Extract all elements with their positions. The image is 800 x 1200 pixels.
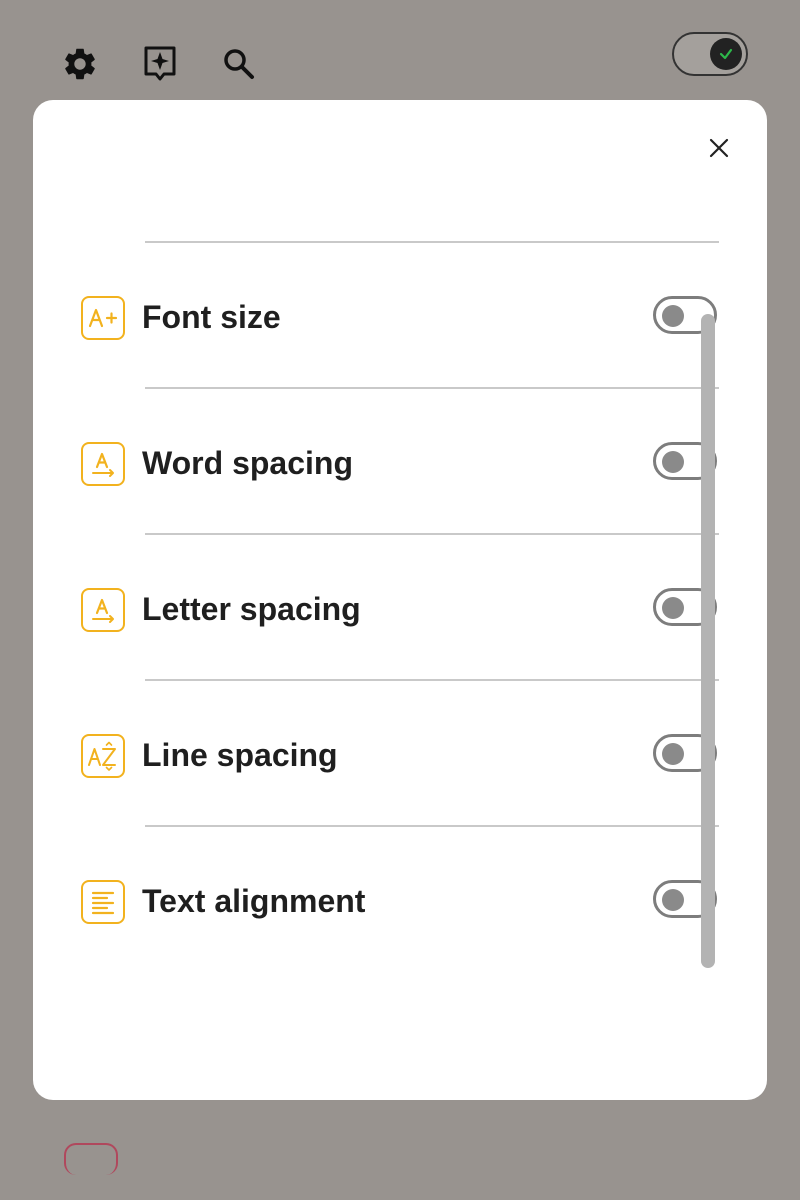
toggle-knob	[662, 597, 684, 619]
sparkle-bookmark-button[interactable]	[136, 40, 184, 88]
close-icon	[709, 138, 729, 158]
divider	[145, 241, 719, 243]
background-element-peek	[64, 1143, 118, 1175]
gear-icon	[65, 48, 95, 80]
master-toggle[interactable]	[672, 32, 748, 76]
toggle-knob	[662, 451, 684, 473]
sparkle-bookmark-icon	[144, 46, 176, 81]
setting-label: Word spacing	[142, 445, 353, 481]
toggle-knob	[662, 889, 684, 911]
setting-row-letter-spacing: Letter spacing	[33, 580, 767, 640]
settings-gear-icon[interactable]	[56, 40, 104, 88]
search-button[interactable]	[215, 40, 263, 88]
toggle-knob	[662, 743, 684, 765]
letter-spacing-icon	[81, 588, 125, 632]
setting-row-word-spacing: Word spacing	[33, 434, 767, 494]
line-spacing-icon	[81, 734, 125, 778]
divider	[145, 679, 719, 681]
setting-row-font-size: Font size	[33, 288, 767, 348]
setting-label: Line spacing	[142, 737, 338, 773]
check-icon	[719, 48, 733, 60]
setting-row-line-spacing: Line spacing	[33, 726, 767, 786]
reading-settings-modal: Font size Word spacing Letter spacing Li…	[33, 100, 767, 1100]
search-icon	[224, 49, 254, 79]
master-toggle-knob	[710, 38, 742, 70]
scrollbar[interactable]	[701, 314, 715, 968]
setting-label: Letter spacing	[142, 591, 361, 627]
setting-label: Font size	[142, 299, 281, 335]
setting-row-text-alignment: Text alignment	[33, 872, 767, 932]
word-spacing-icon	[81, 442, 125, 486]
divider	[145, 825, 719, 827]
toggle-knob	[662, 305, 684, 327]
font-size-icon	[81, 296, 125, 340]
text-align-icon	[81, 880, 125, 924]
divider	[145, 387, 719, 389]
close-button[interactable]	[703, 130, 735, 166]
divider	[145, 533, 719, 535]
setting-label: Text alignment	[142, 883, 366, 919]
